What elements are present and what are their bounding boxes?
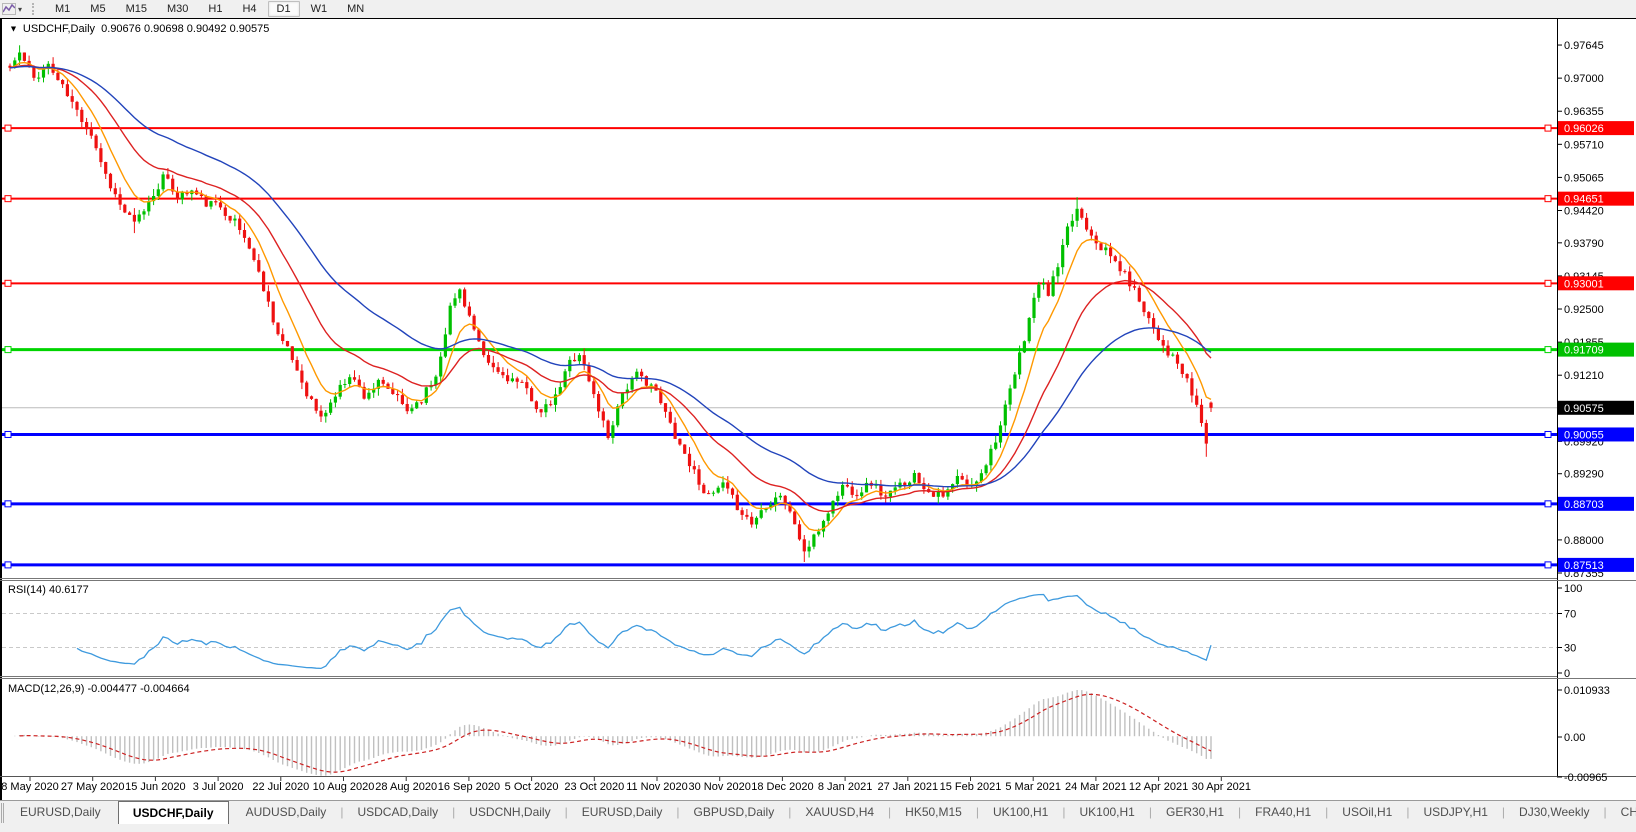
rsi-indicator-label: RSI(14) 40.6177 <box>8 584 89 596</box>
svg-text:8 Jan 2021: 8 Jan 2021 <box>818 781 872 793</box>
chart-tab-bar: EURUSD,Daily|USDCHF,Daily|AUDUSD,Daily|U… <box>0 800 1636 832</box>
svg-text:23 Oct 2020: 23 Oct 2020 <box>564 781 624 793</box>
timeframe-w1[interactable]: W1 <box>302 1 337 17</box>
tab-uk100-h1[interactable]: UK100,H1 <box>1065 802 1148 823</box>
svg-text:27 May 2020: 27 May 2020 <box>61 781 125 793</box>
tab-xauusd-h4[interactable]: XAUUSD,H4 <box>791 802 888 823</box>
tab-eurusd-daily[interactable]: EURUSD,Daily <box>568 802 677 823</box>
toolbar-grip <box>32 3 39 15</box>
svg-text:0.91709: 0.91709 <box>1564 345 1604 357</box>
svg-text:100: 100 <box>1564 583 1582 595</box>
svg-text:10 Aug 2020: 10 Aug 2020 <box>313 781 375 793</box>
svg-text:24 Mar 2021: 24 Mar 2021 <box>1065 781 1127 793</box>
svg-text:5 Oct 2020: 5 Oct 2020 <box>505 781 559 793</box>
svg-text:0.87513: 0.87513 <box>1564 560 1604 572</box>
tab-china300-h1[interactable]: CHINA300,H1 <box>1607 802 1636 823</box>
timeframe-m30[interactable]: M30 <box>158 1 197 17</box>
svg-text:11 Nov 2020: 11 Nov 2020 <box>626 781 688 793</box>
svg-text:3 Jul 2020: 3 Jul 2020 <box>193 781 244 793</box>
svg-text:-0.00965: -0.00965 <box>1564 772 1607 784</box>
svg-text:22 Jul 2020: 22 Jul 2020 <box>252 781 309 793</box>
tab-usdjpy-h1[interactable]: USDJPY,H1 <box>1409 802 1501 823</box>
svg-text:0.93790: 0.93790 <box>1564 238 1604 250</box>
tab-usoil-h1[interactable]: USOil,H1 <box>1328 802 1406 823</box>
svg-text:8 May 2020: 8 May 2020 <box>1 781 58 793</box>
timeframe-h4[interactable]: H4 <box>233 1 265 17</box>
svg-text:0.95065: 0.95065 <box>1564 172 1604 184</box>
svg-text:0.91210: 0.91210 <box>1564 370 1604 382</box>
tab-usdcad-daily[interactable]: USDCAD,Daily <box>343 802 452 823</box>
svg-text:0.88703: 0.88703 <box>1564 499 1604 511</box>
tab-usdcnh-daily[interactable]: USDCNH,Daily <box>455 802 564 823</box>
svg-text:0.92500: 0.92500 <box>1564 304 1604 316</box>
svg-text:0.97645: 0.97645 <box>1564 40 1604 52</box>
svg-text:12 Apr 2021: 12 Apr 2021 <box>1129 781 1188 793</box>
timeframe-m1[interactable]: M1 <box>46 1 79 17</box>
svg-text:30 Apr 2021: 30 Apr 2021 <box>1192 781 1251 793</box>
macd-indicator-label: MACD(12,26,9) -0.004477 -0.004664 <box>8 683 190 695</box>
tab-audusd-daily[interactable]: AUDUSD,Daily <box>232 802 341 823</box>
svg-text:16 Sep 2020: 16 Sep 2020 <box>438 781 500 793</box>
svg-text:5 Mar 2021: 5 Mar 2021 <box>1005 781 1061 793</box>
indicator-dropdown-caret-icon[interactable]: ▾ <box>18 5 26 14</box>
tab-eurusd-daily[interactable]: EURUSD,Daily <box>6 802 115 823</box>
svg-text:30 Nov 2020: 30 Nov 2020 <box>689 781 751 793</box>
svg-text:0.00: 0.00 <box>1564 732 1585 744</box>
timeframe-h1[interactable]: H1 <box>199 1 231 17</box>
svg-text:0.96355: 0.96355 <box>1564 106 1604 118</box>
svg-text:70: 70 <box>1564 609 1576 621</box>
svg-text:0.96026: 0.96026 <box>1564 123 1604 135</box>
svg-text:15 Feb 2021: 15 Feb 2021 <box>940 781 1002 793</box>
timeframe-m15[interactable]: M15 <box>117 1 156 17</box>
svg-text:0.89290: 0.89290 <box>1564 469 1604 481</box>
svg-text:0: 0 <box>1564 668 1570 680</box>
svg-text:0.94420: 0.94420 <box>1564 206 1604 218</box>
tab-fra40-h1[interactable]: FRA40,H1 <box>1241 802 1325 823</box>
svg-text:0.88000: 0.88000 <box>1564 535 1604 547</box>
indicator-icon[interactable] <box>0 1 18 17</box>
chart-ohlc: 0.90676 0.90698 0.90492 0.90575 <box>101 23 270 35</box>
tab-gbpusd-daily[interactable]: GBPUSD,Daily <box>680 802 789 823</box>
timeframe-toolbar: ▾ M1 M5 M15 M30 H1 H4 D1 W1 MN <box>0 0 1636 19</box>
chart-collapse-icon[interactable]: ▼ <box>9 24 18 34</box>
svg-text:15 Jun 2020: 15 Jun 2020 <box>125 781 186 793</box>
svg-text:30: 30 <box>1564 643 1576 655</box>
chart-symbol: USDCHF,Daily <box>22 23 96 35</box>
chart-title: ▼ USDCHF,Daily 0.90676 0.90698 0.90492 0.… <box>8 23 269 35</box>
svg-text:28 Aug 2020: 28 Aug 2020 <box>375 781 437 793</box>
svg-text:18 Dec 2020: 18 Dec 2020 <box>751 781 813 793</box>
svg-text:0.95710: 0.95710 <box>1564 139 1604 151</box>
tab-ger30-h1[interactable]: GER30,H1 <box>1152 802 1238 823</box>
svg-text:0.97000: 0.97000 <box>1564 73 1604 85</box>
timeframe-d1[interactable]: D1 <box>267 1 300 17</box>
timeframe-mn[interactable]: MN <box>338 1 373 17</box>
tab-uk100-h1[interactable]: UK100,H1 <box>979 802 1062 823</box>
svg-text:0.90575: 0.90575 <box>1564 403 1604 415</box>
svg-text:0.94651: 0.94651 <box>1564 194 1604 206</box>
svg-text:0.90055: 0.90055 <box>1564 429 1604 441</box>
svg-text:0.010933: 0.010933 <box>1564 685 1610 697</box>
tab-dj30-weekly[interactable]: DJ30,Weekly <box>1505 802 1603 823</box>
tabbar-grip <box>1 803 4 823</box>
chart-canvas[interactable]: 0.97645 0.97000 0.96355 0.95710 0.95065 0.944… <box>0 18 1636 800</box>
svg-text:27 Jan 2021: 27 Jan 2021 <box>878 781 939 793</box>
tab-hk50-m15[interactable]: HK50,M15 <box>891 802 976 823</box>
tab-usdchf-daily[interactable]: USDCHF,Daily <box>117 801 229 824</box>
svg-text:0.93001: 0.93001 <box>1564 278 1604 290</box>
timeframe-m5[interactable]: M5 <box>81 1 114 17</box>
mt4-window: ▾ M1 M5 M15 M30 H1 H4 D1 W1 MN 0.97645 0.97000 0.9… <box>0 0 1636 832</box>
